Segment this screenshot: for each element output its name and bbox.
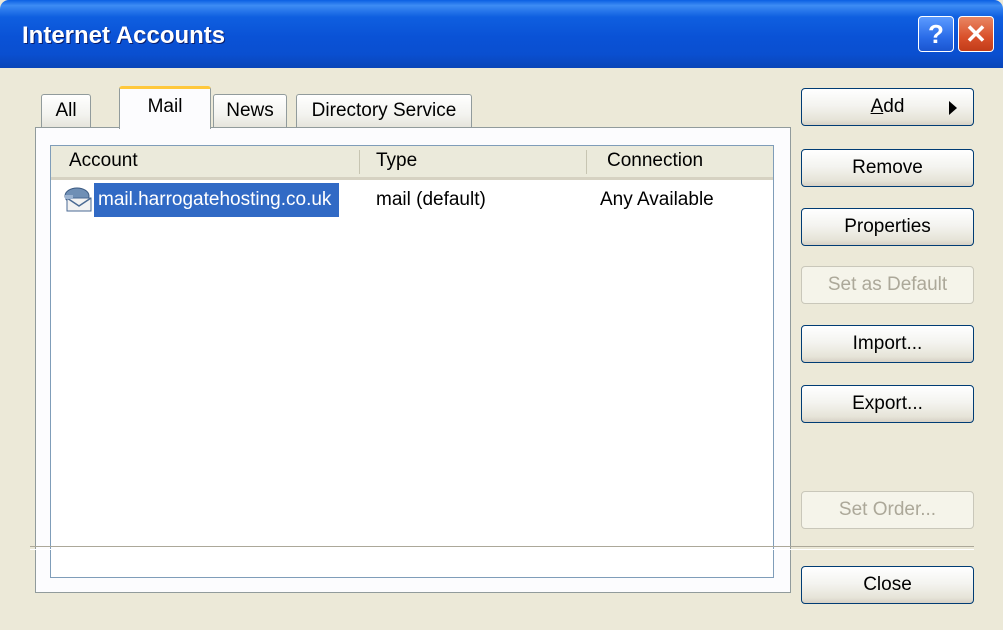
import-button[interactable]: Import...: [801, 325, 974, 363]
mail-tab-panel: Account Type Connection mail.harrogateho…: [35, 127, 791, 593]
list-header: Account Type Connection: [51, 146, 773, 180]
internet-accounts-dialog: Internet Accounts ? ✕ All Mail News Dire…: [0, 0, 1003, 630]
tab-mail[interactable]: Mail: [119, 86, 211, 129]
close-window-button[interactable]: ✕: [958, 16, 994, 52]
help-button[interactable]: ?: [918, 16, 954, 52]
set-order-button[interactable]: Set Order...: [801, 491, 974, 529]
separator-line: [30, 546, 974, 550]
column-header-type[interactable]: Type: [376, 150, 417, 172]
tab-directory-service[interactable]: Directory Service: [296, 94, 472, 128]
column-divider[interactable]: [359, 150, 360, 174]
tab-news[interactable]: News: [213, 94, 287, 128]
mail-account-icon: [64, 187, 92, 212]
properties-button[interactable]: Properties: [801, 208, 974, 246]
tab-all[interactable]: All: [41, 94, 91, 128]
column-divider[interactable]: [586, 150, 587, 174]
window-title: Internet Accounts: [22, 22, 226, 49]
account-type-cell: mail (default): [376, 189, 486, 210]
add-button[interactable]: Add: [801, 88, 974, 126]
close-button[interactable]: Close: [801, 566, 974, 604]
accounts-list[interactable]: Account Type Connection mail.harrogateho…: [50, 145, 774, 578]
remove-button[interactable]: Remove: [801, 149, 974, 187]
set-as-default-button[interactable]: Set as Default: [801, 266, 974, 304]
export-button[interactable]: Export...: [801, 385, 974, 423]
dialog-client-area: All Mail News Directory Service Account …: [5, 68, 999, 626]
arrow-right-icon: [949, 101, 957, 115]
column-header-account[interactable]: Account: [69, 150, 138, 172]
table-row[interactable]: mail.harrogatehosting.co.uk mail (defaul…: [51, 182, 773, 218]
title-bar[interactable]: Internet Accounts ? ✕: [0, 0, 1003, 68]
column-header-connection[interactable]: Connection: [607, 150, 703, 172]
account-connection-cell: Any Available: [600, 189, 714, 210]
account-name-cell[interactable]: mail.harrogatehosting.co.uk: [94, 183, 340, 217]
